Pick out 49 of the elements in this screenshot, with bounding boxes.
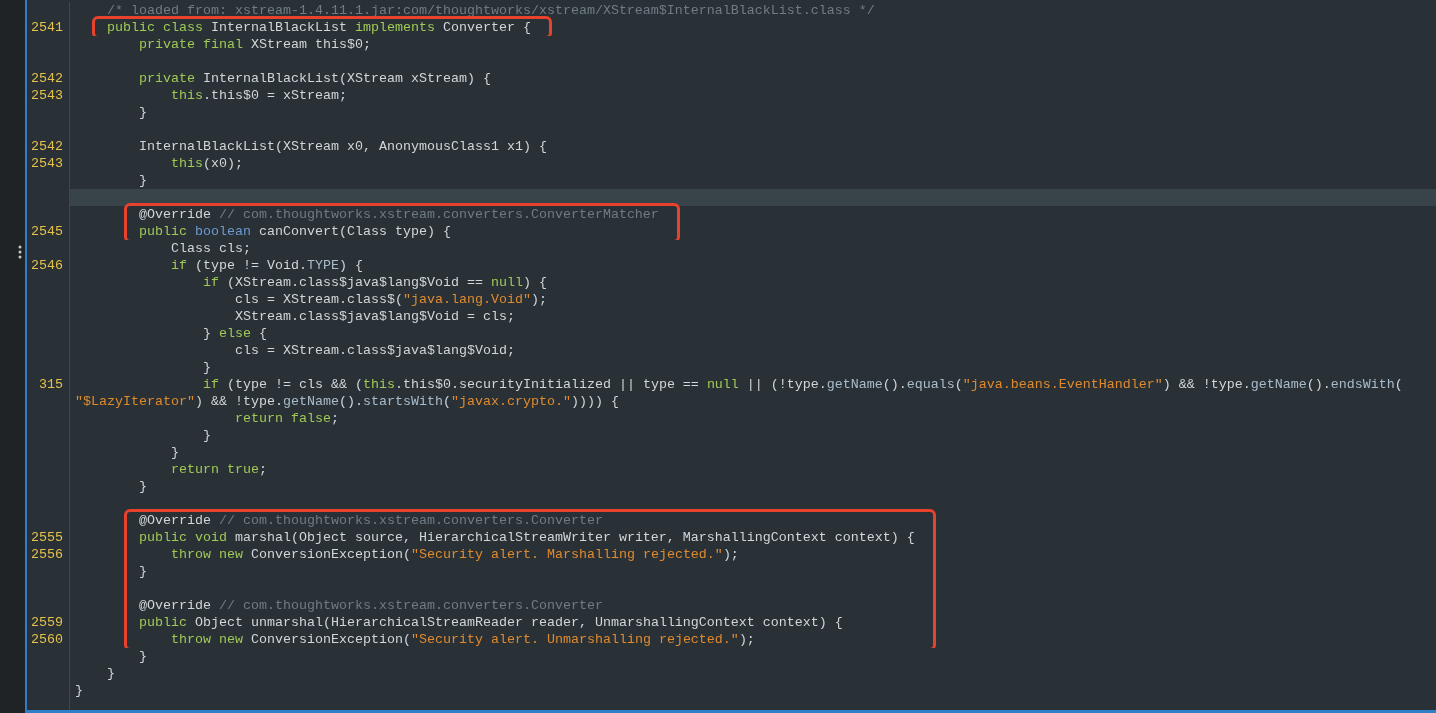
code-line: return false; <box>233 411 339 426</box>
code-line: @Override // com.thoughtworks.xstream.converters.ConverterMatcher <box>138 207 659 222</box>
line-number: 315 <box>39 377 63 392</box>
code-line: cls = XStream.class$java$lang$Void; <box>233 343 515 358</box>
code-line: } <box>75 683 83 698</box>
code-line: public Object unmarshal(HierarchicalStreamReader reader, UnmarshallingContext context) { <box>138 615 843 630</box>
code-line: if (XStream.class$java$lang$Void == null) { <box>201 275 547 290</box>
line-number: 2559 <box>31 615 63 630</box>
code-line: } <box>201 428 211 443</box>
code-line: return true; <box>169 462 267 477</box>
grip-icon[interactable] <box>18 245 22 259</box>
code-line: public boolean canConvert(Class type) { <box>138 224 451 239</box>
code-line: } <box>138 479 147 494</box>
line-number: 2556 <box>31 547 63 562</box>
line-number: 2541 <box>31 20 63 35</box>
code-line: @Override // com.thoughtworks.xstream.converters.Converter <box>138 513 603 528</box>
line-number: 2542 <box>31 71 63 86</box>
line-number: 2546 <box>31 258 63 273</box>
line-number: 2545 <box>31 224 63 239</box>
code-line: this(x0); <box>169 156 243 171</box>
code-line: } <box>106 666 115 681</box>
line-number: 2543 <box>31 88 63 103</box>
line-number: 2560 <box>31 632 63 647</box>
code-line: cls = XStream.class$("java.lang.Void"); <box>233 292 547 307</box>
code-line: } <box>138 649 147 664</box>
code-line: "$LazyIterator") && !type.getName().startsWith("javax.crypto.")))) { <box>75 394 619 409</box>
code-line: } <box>138 105 147 120</box>
code-line: XStream.class$java$lang$Void = cls; <box>233 309 515 324</box>
code-line: } else { <box>201 326 267 341</box>
code-line: if (type != Void.TYPE) { <box>169 258 363 273</box>
code-line: public void marshal(Object source, HierarchicalStreamWriter writer, MarshallingContext context) { <box>138 530 915 545</box>
code-line: private final XStream this$0; <box>138 37 371 52</box>
code-line: public class InternalBlackList implements Converter { <box>106 20 531 35</box>
code-line: } <box>169 445 179 460</box>
code-line: throw new ConversionException("Security alert. Unmarshalling rejected."); <box>169 632 755 647</box>
code-line: throw new ConversionException("Security alert. Marshalling rejected."); <box>169 547 739 562</box>
code-line: } <box>138 564 147 579</box>
line-number: 2542 <box>31 139 63 154</box>
code-line: /* loaded from: xstream-1.4.11.1.jar:com/thoughtworks/xstream/XStream$InternalBlackList.class */ <box>106 3 875 18</box>
line-number: 2555 <box>31 530 63 545</box>
code-line: if (type != cls && (this.this$0.securityInitialized || type == null || (!type.getName().equals("java.beans.EventHandler") && !type.getName().endsWith( <box>201 377 1403 392</box>
code-line: } <box>201 360 211 375</box>
code-line: private InternalBlackList(XStream xStream) { <box>138 71 491 86</box>
code-line: this.this$0 = xStream; <box>169 88 347 103</box>
code-line: Class cls; <box>169 241 251 256</box>
code-line: InternalBlackList(XStream x0, AnonymousClass1 x1) { <box>138 139 547 154</box>
code-line: @Override // com.thoughtworks.xstream.converters.Converter <box>138 598 603 613</box>
line-number: 2543 <box>31 156 63 171</box>
code-line: } <box>138 173 147 188</box>
